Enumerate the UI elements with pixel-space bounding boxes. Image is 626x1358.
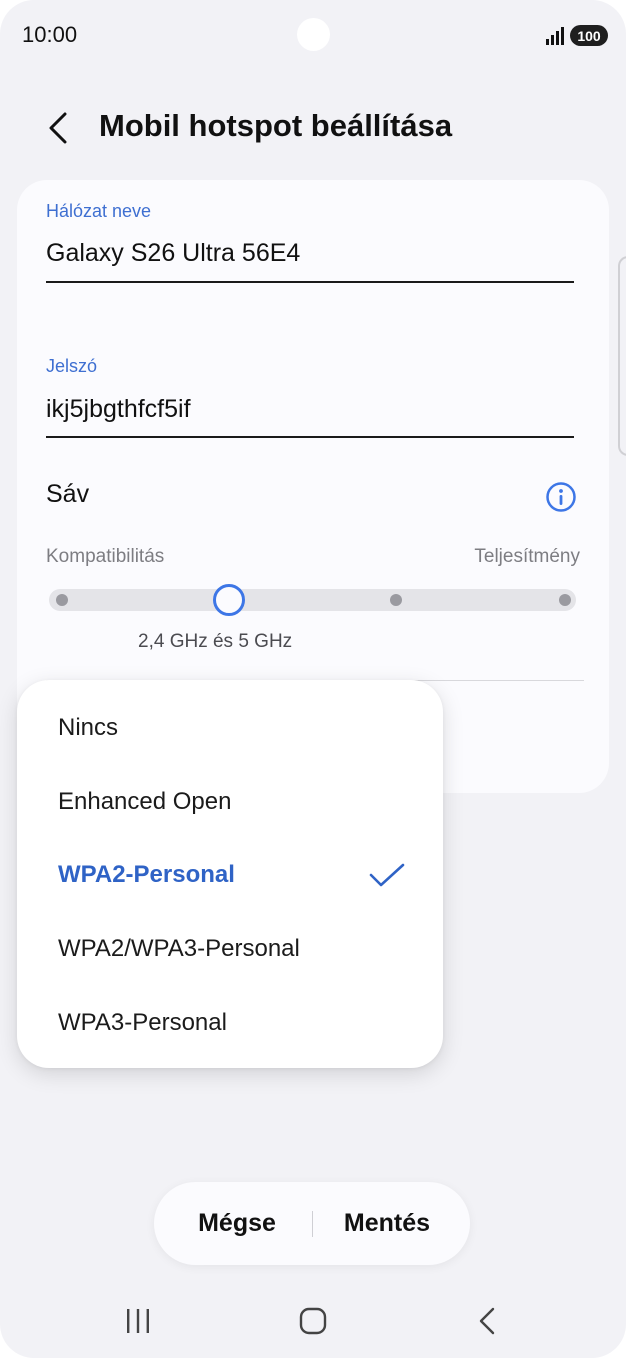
dropdown-option-enhanced-open[interactable]: Enhanced Open (58, 788, 231, 816)
scroll-indicator (618, 256, 626, 456)
band-slider[interactable] (49, 589, 576, 611)
chevron-left-icon (49, 112, 67, 144)
nav-recents-button[interactable] (108, 1296, 168, 1346)
info-icon[interactable] (545, 481, 577, 513)
network-name-input[interactable]: Galaxy S26 Ultra 56E4 (46, 239, 300, 268)
camera-cutout (297, 18, 330, 51)
slider-stop (390, 594, 402, 606)
action-bar: Mégse Mentés (154, 1182, 470, 1265)
signal-icon (546, 27, 564, 45)
password-input[interactable]: ikj5jbgthfcf5if (46, 395, 191, 424)
page-title: Mobil hotspot beállítása (99, 108, 453, 143)
cancel-button[interactable]: Mégse (154, 1182, 312, 1265)
network-name-label: Hálózat neve (46, 201, 152, 221)
security-dropdown-menu: Nincs Enhanced Open WPA2-Personal WPA2/W… (17, 680, 443, 1068)
dropdown-option-wpa2-wpa3-personal[interactable]: WPA2/WPA3-Personal (58, 935, 300, 963)
back-button[interactable] (40, 108, 76, 148)
band-selected-value: 2,4 GHz és 5 GHz (138, 631, 293, 652)
dropdown-option-wpa3-personal[interactable]: WPA3-Personal (58, 1009, 227, 1037)
recents-icon (127, 1309, 149, 1333)
slider-stop (56, 594, 68, 606)
password-underline (46, 436, 574, 438)
network-name-underline (46, 281, 574, 283)
slider-stop (559, 594, 571, 606)
band-label: Sáv (46, 480, 90, 508)
dropdown-option-none[interactable]: Nincs (58, 714, 118, 742)
phone-screen: 10:00 100 Mobil hotspot beállítása Hálóz… (0, 0, 626, 1358)
save-button[interactable]: Mentés (312, 1182, 470, 1265)
band-scale-left-label: Kompatibilitás (46, 546, 165, 567)
home-icon (299, 1307, 327, 1335)
nav-home-button[interactable] (283, 1296, 343, 1346)
password-label: Jelszó (46, 356, 98, 376)
nav-back-button[interactable] (458, 1296, 518, 1346)
band-scale-right-label: Teljesítmény (474, 546, 580, 567)
band-slider-thumb[interactable] (213, 584, 245, 616)
status-time: 10:00 (22, 22, 78, 47)
battery-indicator: 100 (570, 25, 608, 46)
back-icon (479, 1307, 495, 1335)
dropdown-option-wpa2-personal[interactable]: WPA2-Personal (58, 861, 235, 889)
check-icon (369, 863, 405, 887)
